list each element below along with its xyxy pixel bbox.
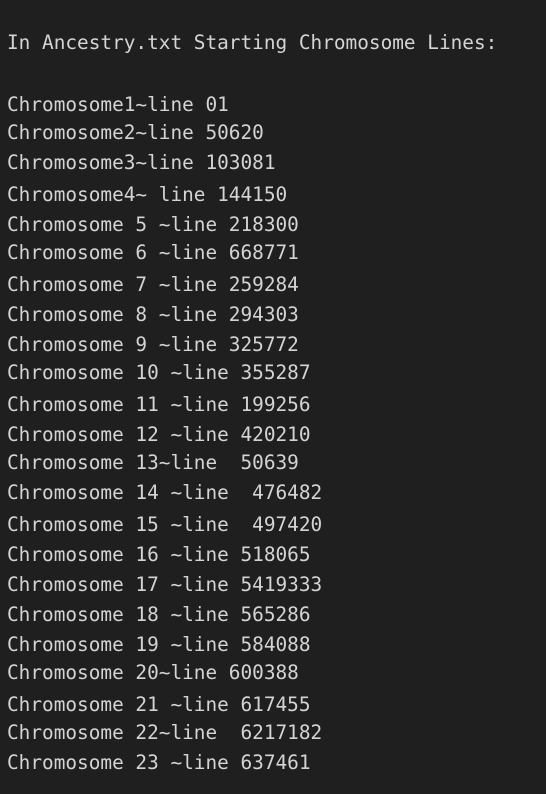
text-line-chromosome-5: Chromosome 5 ~line 218300 [7,213,299,236]
text-line-chromosome-13: Chromosome 13~line 50639 [7,451,299,474]
text-line-chromosome-2: Chromosome2~line 50620 [7,121,264,144]
text-line-chromosome-22: Chromosome 22~line 6217182 [7,721,323,744]
heading-line: In Ancestry.txt Starting Chromosome Line… [7,31,498,54]
text-line-chromosome-17: Chromosome 17 ~line 5419333 [7,573,323,596]
text-line-chromosome-15: Chromosome 15 ~line 497420 [7,513,323,536]
text-line-chromosome-9: Chromosome 9 ~line 325772 [7,333,299,356]
text-line-chromosome-16: Chromosome 16 ~line 518065 [7,543,311,566]
text-line-chromosome-14: Chromosome 14 ~line 476482 [7,481,323,504]
text-line-chromosome-10: Chromosome 10 ~line 355287 [7,361,311,384]
text-line-chromosome-19: Chromosome 19 ~line 584088 [7,633,311,656]
text-editor-area[interactable]: In Ancestry.txt Starting Chromosome Line… [0,0,546,794]
text-line-chromosome-4: Chromosome4~ line 144150 [7,183,288,206]
text-line-chromosome-11: Chromosome 11 ~line 199256 [7,393,311,416]
text-line-chromosome-1: Chromosome1~line 01 [7,93,229,116]
text-line-chromosome-12: Chromosome 12 ~line 420210 [7,423,311,446]
text-line-chromosome-3: Chromosome3~line 103081 [7,151,276,174]
text-line-chromosome-21: Chromosome 21 ~line 617455 [7,693,311,716]
text-line-chromosome-20: Chromosome 20~line 600388 [7,661,299,684]
text-line-chromosome-18: Chromosome 18 ~line 565286 [7,603,311,626]
text-line-chromosome-7: Chromosome 7 ~line 259284 [7,273,299,296]
text-line-chromosome-8: Chromosome 8 ~line 294303 [7,303,299,326]
text-line-chromosome-23: Chromosome 23 ~line 637461 [7,751,311,774]
text-line-chromosome-6: Chromosome 6 ~line 668771 [7,241,299,264]
